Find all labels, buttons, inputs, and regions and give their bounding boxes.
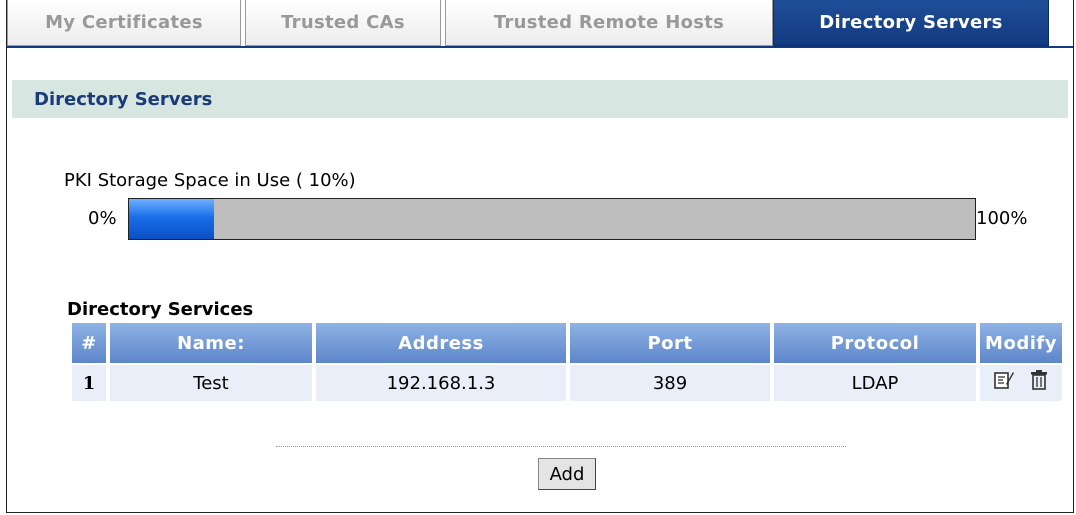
row-port: 389 — [570, 365, 770, 401]
add-button[interactable]: Add — [538, 458, 596, 490]
tab-trusted-cas[interactable]: Trusted CAs — [245, 0, 441, 46]
column-header-name: Name: — [110, 323, 312, 363]
section-header: Directory Servers — [12, 80, 1068, 118]
tab-trusted-remote-hosts[interactable]: Trusted Remote Hosts — [445, 0, 773, 46]
edit-icon[interactable] — [993, 369, 1015, 397]
tab-underline — [7, 46, 1073, 48]
table-header-row: # Name: Address Port Protocol Modify — [72, 323, 1062, 363]
content-frame — [6, 0, 1074, 513]
divider — [276, 446, 846, 447]
storage-label: PKI Storage Space in Use ( 10%) — [64, 170, 356, 191]
table-row: 1 Test 192.168.1.3 389 LDAP — [72, 365, 1062, 401]
section-title: Directory Servers — [34, 88, 213, 110]
tab-my-certificates[interactable]: My Certificates — [7, 0, 241, 46]
row-index: 1 — [72, 365, 106, 401]
trash-icon[interactable] — [1029, 369, 1049, 397]
storage-progress-fill — [129, 199, 214, 239]
directory-services-table: # Name: Address Port Protocol Modify 1 T… — [68, 321, 1066, 403]
column-header-protocol: Protocol — [774, 323, 976, 363]
column-header-address: Address — [316, 323, 566, 363]
storage-min-label: 0% — [88, 208, 117, 229]
row-address: 192.168.1.3 — [316, 365, 566, 401]
row-modify — [980, 365, 1062, 401]
storage-progress-bar — [128, 198, 976, 240]
tab-bar: My Certificates Trusted CAs Trusted Remo… — [7, 0, 1075, 47]
storage-max-label: 100% — [976, 208, 1028, 229]
column-header-index: # — [72, 323, 106, 363]
services-title: Directory Services — [67, 299, 254, 320]
row-name: Test — [110, 365, 312, 401]
tab-directory-servers[interactable]: Directory Servers — [773, 0, 1049, 46]
row-protocol: LDAP — [774, 365, 976, 401]
column-header-port: Port — [570, 323, 770, 363]
column-header-modify: Modify — [980, 323, 1062, 363]
